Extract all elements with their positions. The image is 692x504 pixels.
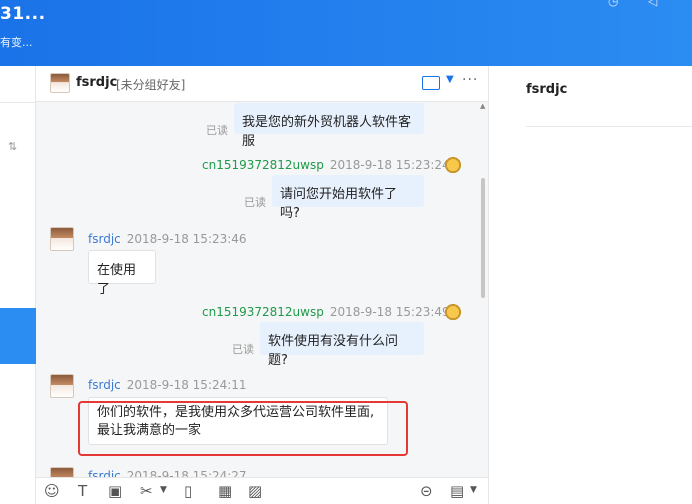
video-call-icon[interactable] bbox=[422, 76, 440, 90]
message-time: 2018-9-18 15:23:49 bbox=[329, 305, 450, 319]
app-window: 31... 有变... ◷ ◁ ⇅ fsrdjc [未分组好友] ▼ ··· 已… bbox=[0, 0, 692, 504]
chat-header: fsrdjc [未分组好友] ▼ ··· bbox=[36, 66, 488, 102]
read-status: 已读 bbox=[232, 343, 254, 356]
divider bbox=[0, 102, 36, 103]
input-toolbar: ☺ T ▣ ✂ ▼ ▯ ▦ ▨ ⊝ ▤ ▼ bbox=[36, 477, 488, 504]
message-bubble-out[interactable]: 软件使用有没有什么问题? bbox=[260, 322, 424, 368]
message-meta: fsrdjc 2018-9-18 15:24:11 bbox=[88, 378, 247, 392]
message-meta: fsrdjc 2018-9-18 15:23:46 bbox=[88, 232, 247, 246]
top-header: 31... 有变... ◷ ◁ bbox=[0, 0, 692, 66]
sender-name[interactable]: fsrdjc bbox=[88, 378, 121, 392]
speaker-icon[interactable]: ◁ bbox=[648, 0, 664, 10]
scissors-icon[interactable]: ✂ bbox=[140, 482, 153, 500]
sender-name[interactable]: fsrdjc bbox=[88, 469, 121, 477]
history-icon[interactable]: ⊝ bbox=[420, 482, 433, 500]
conversation-item-selected[interactable] bbox=[0, 308, 36, 364]
message-meta: cn1519372812uwsp 2018-9-18 15:23:24 bbox=[202, 158, 450, 172]
contact-avatar[interactable] bbox=[50, 374, 74, 398]
contact-name[interactable]: fsrdjc bbox=[76, 75, 117, 90]
contact-group-tag: [未分组好友] bbox=[116, 78, 186, 92]
header-subtitle: 有变... bbox=[0, 36, 33, 49]
sender-name[interactable]: cn1519372812uwsp bbox=[202, 305, 324, 319]
image-icon[interactable]: ▨ bbox=[248, 482, 262, 500]
contact-avatar[interactable] bbox=[50, 467, 74, 477]
message-bubble-out[interactable]: 请问您开始用软件了吗? bbox=[272, 175, 424, 221]
more-icon[interactable]: ··· bbox=[462, 72, 478, 88]
message-bubble-out[interactable]: 我是您的新外贸机器人软件客服 bbox=[234, 103, 424, 149]
divider bbox=[526, 126, 692, 127]
sort-icon[interactable]: ⇅ bbox=[8, 140, 17, 153]
sender-name[interactable]: cn1519372812uwsp bbox=[202, 158, 324, 172]
robot-avatar-icon[interactable] bbox=[444, 304, 462, 322]
quick-reply-icon[interactable]: ▤ bbox=[450, 482, 464, 500]
chat-panel: fsrdjc [未分组好友] ▼ ··· 已读 我是您的新外贸机器人软件客服 c… bbox=[36, 66, 488, 504]
contact-info-panel: fsrdjc bbox=[488, 66, 692, 504]
shake-icon[interactable]: ▯ bbox=[184, 482, 192, 500]
dropdown-icon[interactable]: ▼ bbox=[470, 485, 477, 495]
text-format-icon[interactable]: T bbox=[78, 482, 87, 500]
read-status: 已读 bbox=[244, 196, 266, 209]
screenshot-icon[interactable]: ▣ bbox=[108, 482, 122, 500]
message-time: 2018-9-18 15:23:24 bbox=[329, 158, 450, 172]
contact-info-name: fsrdjc bbox=[526, 82, 568, 97]
scroll-up-icon[interactable]: ▲ bbox=[480, 102, 485, 110]
dropdown-icon[interactable]: ▼ bbox=[160, 485, 167, 495]
read-status: 已读 bbox=[206, 124, 228, 137]
message-time: 2018-9-18 15:24:11 bbox=[126, 378, 247, 392]
contact-avatar[interactable] bbox=[50, 227, 74, 251]
header-title: 31... bbox=[0, 4, 46, 24]
message-time: 2018-9-18 15:24:27 bbox=[126, 469, 247, 477]
robot-avatar-icon[interactable] bbox=[444, 157, 462, 175]
chat-scrollbar[interactable]: ▲ ▼ bbox=[480, 102, 486, 466]
clock-icon[interactable]: ◷ bbox=[608, 0, 624, 10]
message-meta: cn1519372812uwsp 2018-9-18 15:23:49 bbox=[202, 305, 450, 319]
message-time: 2018-9-18 15:23:46 bbox=[126, 232, 247, 246]
highlight-box bbox=[78, 401, 408, 456]
emoji-icon[interactable]: ☺ bbox=[44, 482, 60, 500]
contact-avatar[interactable] bbox=[50, 73, 70, 93]
message-meta: fsrdjc 2018-9-18 15:24:27 bbox=[88, 469, 247, 477]
conversation-list: ⇅ bbox=[0, 66, 36, 504]
sender-name[interactable]: fsrdjc bbox=[88, 232, 121, 246]
table-icon[interactable]: ▦ bbox=[218, 482, 232, 500]
scrollbar-thumb[interactable] bbox=[481, 178, 485, 298]
message-bubble-in[interactable]: 在使用了 bbox=[88, 250, 156, 297]
message-list: 已读 我是您的新外贸机器人软件客服 cn1519372812uwsp 2018-9… bbox=[36, 103, 480, 477]
chevron-down-icon[interactable]: ▼ bbox=[446, 74, 454, 85]
